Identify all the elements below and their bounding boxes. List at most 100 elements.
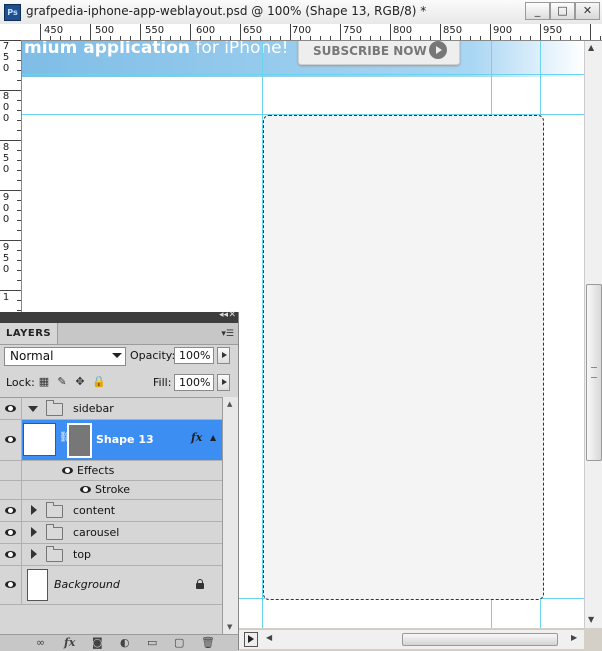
layer-effects[interactable]: Effects xyxy=(0,461,222,481)
eye-icon[interactable] xyxy=(62,467,73,474)
layer-background[interactable]: Background xyxy=(0,566,222,605)
fx-icon[interactable]: fx xyxy=(191,431,202,444)
visibility-placeholder xyxy=(0,461,22,480)
visibility-toggle[interactable] xyxy=(0,544,22,565)
new-group-icon[interactable]: ▭ xyxy=(147,636,157,649)
ruler-tick xyxy=(50,36,51,40)
trash-icon[interactable]: 🗑 xyxy=(201,636,215,649)
ruler-label: 0 xyxy=(2,164,10,175)
expand-right-icon[interactable] xyxy=(31,549,37,559)
scroll-down-icon[interactable]: ▼ xyxy=(588,615,594,624)
ruler-tick xyxy=(260,36,261,40)
layer-name: Background xyxy=(54,578,120,591)
collapse-icon[interactable]: ◂◂ xyxy=(219,310,228,320)
visibility-placeholder xyxy=(0,481,22,499)
link-layers-icon[interactable]: ∞ xyxy=(36,636,45,649)
layer-group-top[interactable]: top xyxy=(0,544,222,566)
ruler-tick xyxy=(340,24,341,40)
close-button[interactable]: ✕ xyxy=(575,2,600,20)
ruler-tick xyxy=(250,36,251,40)
vertical-scroll-thumb[interactable] xyxy=(586,284,602,461)
panel-close-icon[interactable]: ✕ xyxy=(228,310,236,320)
expand-right-icon[interactable] xyxy=(31,505,37,515)
ruler-corner[interactable] xyxy=(0,24,23,41)
scroll-up-icon[interactable]: ▲ xyxy=(227,400,232,408)
horizontal-scroll-thumb[interactable] xyxy=(402,633,558,646)
ruler-tick xyxy=(350,36,351,40)
eye-icon[interactable] xyxy=(80,486,91,493)
lock-position-icon[interactable]: ✥ xyxy=(74,376,86,388)
maximize-button[interactable]: □ xyxy=(550,2,575,20)
new-layer-icon[interactable]: ▢ xyxy=(174,636,184,649)
layer-group-carousel[interactable]: carousel xyxy=(0,522,222,544)
layers-bottom-toolbar: ∞ fx ◙ ◐ ▭ ▢ 🗑 xyxy=(0,634,238,651)
layers-list-scrollbar[interactable]: ▲ ▼ xyxy=(222,397,238,635)
tab-layers[interactable]: LAYERS xyxy=(0,323,59,344)
blend-mode-select[interactable]: Normal xyxy=(4,347,126,366)
minimize-button[interactable]: _ xyxy=(525,2,550,20)
lock-transparent-icon[interactable]: ▦ xyxy=(38,376,50,388)
panel-menu-icon[interactable]: ▾☰ xyxy=(221,329,234,339)
ruler-tick xyxy=(190,24,191,40)
guide-horizontal[interactable] xyxy=(22,74,584,75)
lock-image-icon[interactable]: ✎ xyxy=(56,376,68,388)
ruler-tick xyxy=(550,36,551,40)
ruler-tick xyxy=(360,36,361,40)
fill-field[interactable]: 100% xyxy=(174,374,214,391)
visibility-toggle[interactable] xyxy=(0,566,22,604)
ruler-tick xyxy=(300,36,301,40)
ruler-label: 0 xyxy=(2,102,10,113)
horizontal-scrollbar[interactable]: ◀ ▶ xyxy=(238,629,584,649)
opacity-field[interactable]: 100% xyxy=(174,347,214,364)
ruler-tick xyxy=(17,60,21,61)
expand-right-icon[interactable] xyxy=(31,527,37,537)
ruler-tick xyxy=(0,290,21,291)
mask-icon[interactable]: ◙ xyxy=(92,636,103,649)
ruler-tick xyxy=(290,24,291,40)
visibility-toggle[interactable] xyxy=(0,522,22,543)
ruler-tick xyxy=(17,110,21,111)
vertical-ruler[interactable]: 7 5 0 8 0 0 8 5 0 9 0 0 9 5 0 1 xyxy=(0,40,22,315)
ruler-tick xyxy=(17,130,21,131)
play-action-icon[interactable] xyxy=(244,632,258,647)
expand-down-icon[interactable] xyxy=(28,406,38,412)
panel-tab-row: LAYERS ▾☰ xyxy=(0,323,238,345)
ruler-tick xyxy=(440,24,441,40)
ruler-label: 650 xyxy=(243,25,263,36)
ruler-tick xyxy=(370,36,371,40)
ruler-tick xyxy=(0,140,21,141)
scroll-up-icon[interactable]: ▲ xyxy=(588,43,594,52)
fill-slider-button[interactable] xyxy=(217,374,230,391)
layer-shape-13[interactable]: ⛓ Shape 13 fx ▲ xyxy=(0,420,222,461)
vertical-scrollbar[interactable]: ▲ ▼ xyxy=(584,41,602,628)
layer-group-sidebar[interactable]: sidebar xyxy=(0,398,222,420)
opacity-slider-button[interactable] xyxy=(217,347,230,364)
lock-all-icon[interactable]: 🔒 xyxy=(92,376,106,388)
fx-icon[interactable]: fx xyxy=(64,636,75,649)
ruler-tick xyxy=(17,310,21,311)
ruler-tick xyxy=(17,260,21,261)
ruler-label: 9 xyxy=(2,192,10,203)
collapse-effects-icon[interactable]: ▲ xyxy=(210,433,216,442)
adjustment-layer-icon[interactable]: ◐ xyxy=(120,636,130,649)
ruler-tick xyxy=(90,24,91,40)
scroll-down-icon[interactable]: ▼ xyxy=(227,623,232,631)
horizontal-ruler[interactable]: 450 500 550 600 650 700 750 800 850 900 … xyxy=(22,24,602,41)
scroll-right-icon[interactable]: ▶ xyxy=(571,633,577,642)
ruler-tick xyxy=(580,36,581,40)
visibility-toggle[interactable] xyxy=(0,500,22,521)
layer-effect-stroke[interactable]: Stroke xyxy=(0,481,222,500)
ruler-label: 9 xyxy=(2,242,10,253)
layer-group-content[interactable]: content xyxy=(0,500,222,522)
visibility-toggle[interactable] xyxy=(0,420,22,460)
window-title: grafpedia-iphone-app-weblayout.psd @ 100… xyxy=(26,4,427,18)
visibility-toggle[interactable] xyxy=(0,398,22,419)
scroll-left-icon[interactable]: ◀ xyxy=(266,633,272,642)
ruler-tick xyxy=(510,36,511,40)
play-icon xyxy=(429,41,447,59)
fill-label: Fill: xyxy=(153,376,172,389)
shape-13-selection[interactable] xyxy=(263,115,544,600)
ruler-label: 500 xyxy=(95,25,115,36)
ruler-tick xyxy=(230,36,231,40)
folder-icon xyxy=(46,546,63,562)
